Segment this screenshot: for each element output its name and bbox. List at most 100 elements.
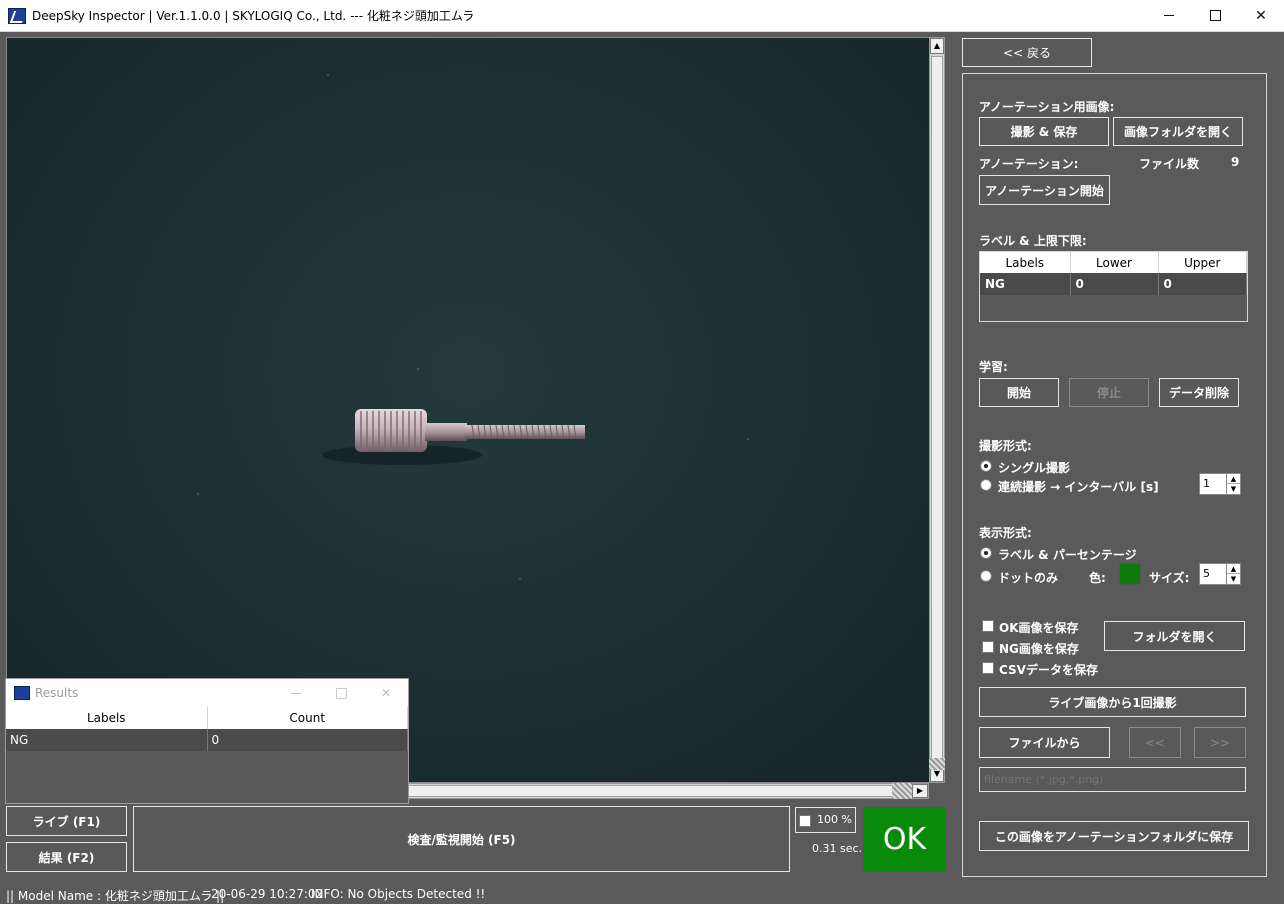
limit-upper-cell[interactable]: 0 [1158,273,1247,295]
training-label: 学習: [979,360,1008,374]
open-image-folder-button[interactable]: 画像フォルダを開く [1113,117,1243,146]
scroll-up-icon[interactable]: ▲ [930,38,944,54]
interval-stepper[interactable]: 1 ▲ ▼ [1199,473,1241,495]
result-label-cell: NG [6,729,208,751]
close-button[interactable] [1238,0,1284,31]
scroll-right-icon[interactable]: ▶ [912,784,928,798]
display-dot-only-label: ドットのみ [998,571,1059,585]
camera-image-view[interactable] [6,37,930,783]
continuous-capture-label: 連続撮影 → インターバル [s] [998,480,1159,494]
column-header-lower[interactable]: Lower [1070,252,1159,273]
app-logo-icon [14,686,30,700]
zoom-toggle[interactable]: 100 % [795,807,856,833]
annotation-start-button[interactable]: アノーテーション開始 [979,175,1110,205]
limit-label-cell[interactable]: NG [980,273,1071,295]
annotation-label: アノーテーション: [979,157,1079,171]
column-header-labels[interactable]: Labels [980,252,1071,273]
image-speck [519,578,521,580]
results-window[interactable]: Results Labels Count NG 0 [5,678,409,804]
column-header-labels[interactable]: Labels [6,707,208,729]
image-speck [197,493,199,495]
result-button[interactable]: 結果 (F2) [6,842,127,872]
processing-time: 0.31 sec. [812,842,863,855]
capture-once-button[interactable]: ライブ画像から1回撮影 [979,687,1246,717]
status-datetime: 20-06-29 10:27:02 [211,887,324,901]
dot-color-swatch[interactable] [1119,563,1141,585]
minimize-button[interactable] [1146,0,1192,31]
app-logo-icon [8,8,26,24]
display-dot-only-radio[interactable] [980,570,992,582]
single-capture-radio[interactable] [980,460,992,472]
status-info: INFO: No Objects Detected !! [311,887,486,901]
column-header-count[interactable]: Count [207,707,408,729]
save-ok-label: OK画像を保存 [999,621,1079,635]
size-stepper[interactable]: 5 ▲ ▼ [1199,563,1241,585]
from-file-button[interactable]: ファイルから [979,727,1110,758]
results-close-button[interactable] [366,683,406,703]
horizontal-scrollbar[interactable]: ▶ [406,783,929,799]
results-title: Results [35,686,79,700]
judgement-badge: OK [863,807,946,872]
live-button[interactable]: ライブ (F1) [6,806,127,836]
image-speck [417,368,419,370]
resize-grip[interactable] [892,783,912,799]
table-row[interactable]: NG 0 [6,729,408,751]
filename-input[interactable] [979,767,1246,792]
results-table: Labels Count NG 0 [6,707,408,751]
continuous-capture-radio[interactable] [980,479,992,491]
save-csv-checkbox[interactable] [982,662,994,674]
train-start-button[interactable]: 開始 [979,378,1059,407]
screw-image [322,409,585,465]
vertical-scrollbar[interactable]: ▲ ▼ [929,37,945,783]
limit-lower-cell[interactable]: 0 [1070,273,1159,295]
limits-table: Labels Lower Upper NG 0 0 [979,251,1248,322]
capture-save-button[interactable]: 撮影 & 保存 [979,117,1109,146]
train-stop-button[interactable]: 停止 [1069,378,1149,407]
open-folder-button[interactable]: フォルダを開く [1104,621,1245,651]
interval-value: 1 [1203,477,1210,490]
capture-mode-label: 撮影形式: [979,439,1032,453]
single-capture-label: シングル撮影 [998,461,1071,475]
color-label: 色: [1089,571,1106,585]
status-bar: || Model Name : 化粧ネジ頭加工ムラ || 20-06-29 10… [0,882,1284,904]
file-count-value: 9 [1231,155,1240,169]
zoom-label: 100 % [817,813,852,826]
title-bar: DeepSky Inspector | Ver.1.1.0.0 | SKYLOG… [0,0,1284,32]
results-maximize-button[interactable] [321,683,361,703]
display-mode-label: 表示形式: [979,526,1032,540]
save-ng-label: NG画像を保存 [999,642,1079,656]
inspect-start-button[interactable]: 検査/監視開始 (F5) [133,806,790,872]
previous-file-button[interactable]: << [1129,727,1181,758]
horizontal-scroll-thumb[interactable] [407,785,893,797]
column-header-upper[interactable]: Upper [1158,252,1247,273]
maximize-button[interactable] [1192,0,1238,31]
labels-limits-label: ラベル & 上限下限: [979,234,1087,248]
display-label-percent-label: ラベル & パーセンテージ [998,548,1137,562]
stepper-down-icon[interactable]: ▼ [1227,484,1240,494]
save-ok-checkbox[interactable] [982,620,994,632]
window-title: DeepSky Inspector | Ver.1.1.0.0 | SKYLOG… [32,9,475,23]
display-label-percent-radio[interactable] [980,547,992,559]
save-csv-label: CSVデータを保存 [999,663,1098,677]
save-to-annotation-folder-button[interactable]: この画像をアノーテーションフォルダに保存 [979,821,1249,851]
image-speck [747,438,749,440]
stepper-up-icon[interactable]: ▲ [1227,474,1240,484]
back-button[interactable]: << 戻る [962,38,1092,67]
result-count-cell: 0 [207,729,408,751]
delete-data-button[interactable]: データ削除 [1159,378,1239,407]
zoom-checkbox[interactable] [799,815,811,827]
next-file-button[interactable]: >> [1194,727,1246,758]
save-ng-checkbox[interactable] [982,641,994,653]
stepper-up-icon[interactable]: ▲ [1227,564,1240,574]
file-count-label: ファイル数 [1139,157,1200,171]
vertical-scroll-thumb[interactable] [931,56,943,762]
results-title-bar[interactable]: Results [6,679,408,707]
resize-grip[interactable] [929,758,945,770]
stepper-down-icon[interactable]: ▼ [1227,574,1240,584]
table-row[interactable]: NG 0 0 [980,273,1247,295]
size-label: サイズ: [1149,571,1190,585]
size-value: 5 [1203,567,1210,580]
results-minimize-button[interactable] [276,683,316,703]
image-speck [327,74,329,76]
status-model-name: || Model Name : 化粧ネジ頭加工ムラ || [6,889,225,903]
